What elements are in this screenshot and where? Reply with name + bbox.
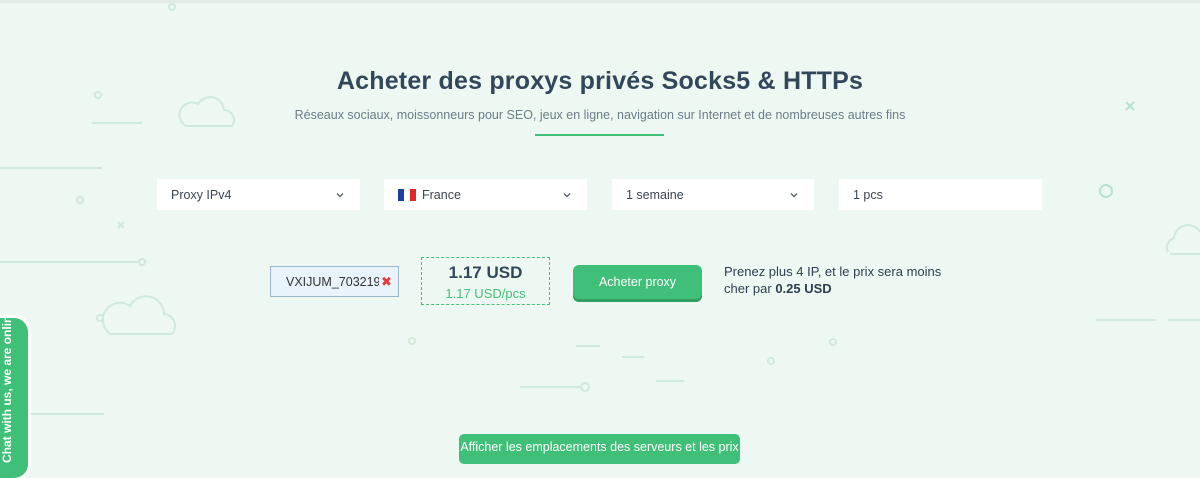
period-select[interactable]: 1 semaine [612,179,814,210]
price-per-unit: 1.17 USD/pcs [445,286,526,301]
promo-text: Prenez plus 4 IP, et le prix sera moins … [724,264,944,297]
chevron-down-icon [336,192,344,197]
close-icon[interactable]: ✖ [381,274,392,290]
promo-message: Prenez plus 4 IP, et le prix sera moins … [724,264,942,296]
price-total: 1.17 USD [448,263,523,282]
period-value: 1 semaine [626,187,684,202]
chevron-down-icon [563,192,571,197]
quantity-value: 1 pcs [853,187,883,202]
buy-proxy-button[interactable]: Acheter proxy [573,265,702,299]
france-flag-icon [398,188,416,201]
show-locations-button[interactable]: Afficher les emplacements des serveurs e… [459,434,740,464]
page-subtitle: Réseaux sociaux, moissonneurs pour SEO, … [294,108,906,122]
page-title: Acheter des proxys privés Socks5 & HTTPs [336,67,864,95]
coupon-code: VXIJUM_703219 [286,274,379,289]
country-select[interactable]: France [384,179,587,210]
quantity-input[interactable]: 1 pcs [839,179,1042,210]
price-box: 1.17 USD 1.17 USD/pcs [421,257,550,305]
promo-amount: 0.25 USD [775,280,832,296]
chevron-down-icon [790,192,798,197]
proxy-type-select[interactable]: Proxy IPv4 [157,179,360,210]
coupon-field[interactable]: VXIJUM_703219 ✖ [270,266,399,297]
title-underline [535,134,664,136]
country-value: France [422,187,461,202]
chat-label: Chat with us, we are online! [0,318,14,463]
proxy-type-value: Proxy IPv4 [171,187,232,202]
chat-widget[interactable]: Chat with us, we are online! [0,318,28,478]
